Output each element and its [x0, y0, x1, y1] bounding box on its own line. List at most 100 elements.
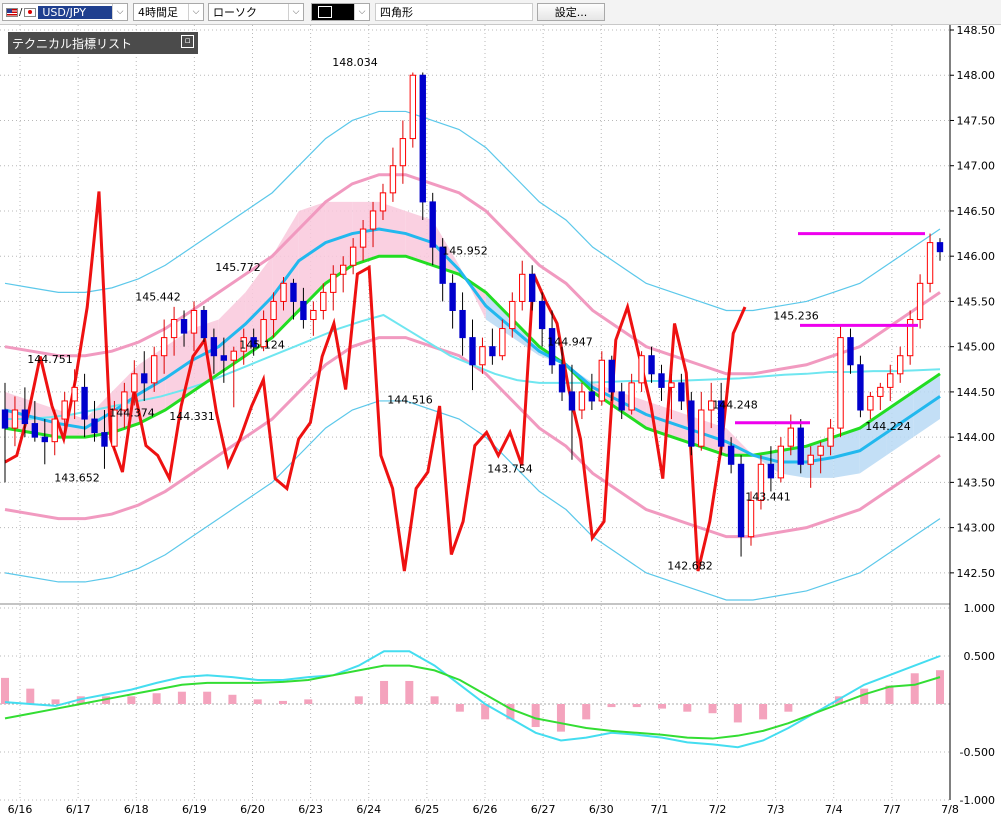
- histogram-bar: [278, 700, 287, 704]
- bullish-candle: [320, 291, 327, 311]
- bullish-candle: [777, 445, 785, 479]
- bearish-candle: [459, 309, 466, 339]
- price-tick-label: 146.00: [957, 250, 996, 263]
- bullish-candle: [817, 445, 824, 456]
- histogram-bar: [658, 704, 667, 709]
- bearish-candle: [81, 386, 88, 420]
- price-tick-label: 146.50: [957, 205, 996, 218]
- price-tick-label: 145.50: [957, 295, 996, 308]
- date-tick-label: 7/2: [709, 803, 727, 816]
- bearish-candle: [608, 359, 615, 393]
- bullish-candle: [877, 386, 884, 397]
- date-tick-label: 6/17: [66, 803, 91, 816]
- price-tick-label: 143.00: [957, 522, 996, 535]
- bullish-candle: [698, 409, 705, 447]
- bullish-candle: [11, 409, 19, 429]
- bearish-candle: [41, 436, 48, 443]
- bearish-candle: [588, 391, 596, 402]
- histogram-bar: [784, 704, 793, 712]
- price-annotation: 144.751: [27, 353, 73, 366]
- bearish-candle: [429, 201, 436, 248]
- bullish-candle: [807, 454, 814, 465]
- bearish-candle: [489, 346, 496, 357]
- restore-icon[interactable]: ▫: [181, 35, 194, 48]
- histogram-bar: [910, 673, 919, 704]
- histogram-bar: [430, 696, 439, 704]
- price-tick-label: 147.50: [957, 114, 996, 127]
- histogram-bar: [455, 704, 464, 712]
- bearish-candle: [538, 300, 546, 330]
- macd-tick-label: 1.000: [964, 602, 996, 615]
- price-annotation: 142.682: [667, 559, 713, 572]
- histogram-bar: [632, 704, 641, 708]
- macd-tick-label: -1.000: [960, 794, 995, 807]
- bearish-candle: [469, 337, 476, 366]
- price-chart[interactable]: 148.034 145.952 145.772 145.442 145.124 144.9…: [0, 0, 1001, 821]
- histogram-bar: [405, 680, 414, 704]
- bearish-candle: [290, 282, 297, 302]
- bullish-candle: [598, 359, 606, 402]
- histogram-bar: [354, 696, 363, 704]
- histogram-bar: [51, 699, 60, 704]
- price-annotation: 143.754: [487, 462, 533, 475]
- histogram-bar: [127, 696, 136, 704]
- bearish-candle: [180, 319, 188, 334]
- bearish-candle: [568, 391, 576, 411]
- price-tick-label: 147.00: [957, 160, 996, 173]
- price-tick-label: 148.50: [957, 24, 996, 37]
- bullish-candle: [499, 328, 506, 357]
- bearish-candle: [220, 355, 228, 361]
- bullish-candle: [330, 273, 337, 293]
- histogram-bar: [936, 670, 944, 704]
- bearish-candle: [936, 242, 944, 253]
- bullish-candle: [51, 418, 58, 443]
- price-annotation: 144.374: [109, 406, 155, 419]
- macd-tick-label: 0.500: [964, 650, 996, 663]
- histogram-bar: [152, 693, 161, 704]
- chart-grid: [0, 25, 1001, 821]
- indicator-list-panel[interactable]: テクニカル指標リスト ▫: [8, 32, 198, 54]
- bearish-candle: [857, 364, 864, 411]
- price-annotation: 143.441: [745, 491, 791, 504]
- date-tick-label: 7/4: [825, 803, 843, 816]
- date-tick-label: 6/25: [415, 803, 440, 816]
- histogram-bar: [531, 704, 540, 728]
- indicator-list-title: テクニカル指標リスト: [12, 36, 133, 51]
- bullish-candle: [519, 273, 526, 302]
- price-annotation: 144.331: [169, 410, 215, 423]
- bullish-candle: [270, 300, 277, 321]
- bearish-candle: [419, 74, 426, 203]
- bearish-candle: [210, 337, 218, 357]
- bullish-candle: [310, 309, 317, 321]
- bullish-candle: [61, 400, 68, 420]
- histogram-bar: [304, 699, 313, 704]
- histogram-bar: [733, 704, 742, 723]
- bullish-candle: [638, 355, 645, 384]
- bullish-candle: [827, 427, 834, 447]
- bullish-candle: [339, 264, 347, 275]
- histogram-bar: [26, 688, 35, 704]
- bearish-candle: [558, 364, 566, 393]
- bearish-candle: [618, 391, 625, 411]
- date-tick-label: 6/30: [589, 803, 614, 816]
- bullish-candle: [151, 355, 158, 384]
- price-annotation: 143.652: [54, 472, 100, 485]
- date-tick-label: 7/7: [883, 803, 901, 816]
- histogram-bar: [759, 704, 768, 720]
- date-tick-label: 7/3: [767, 803, 785, 816]
- bullish-candle: [887, 373, 894, 388]
- price-tick-label: 144.50: [957, 386, 996, 399]
- bearish-candle: [141, 373, 148, 384]
- date-tick-label: 6/26: [473, 803, 498, 816]
- bullish-candle: [359, 228, 367, 248]
- bearish-candle: [658, 373, 665, 388]
- price-annotation: 144.248: [712, 399, 758, 412]
- bullish-candle: [867, 395, 874, 411]
- price-annotation: 145.952: [442, 245, 488, 258]
- bullish-candle: [349, 246, 357, 266]
- price-tick-label: 142.50: [957, 567, 996, 580]
- price-annotation: 144.516: [387, 393, 433, 406]
- bullish-candle: [479, 346, 486, 366]
- histogram-bar: [253, 699, 262, 704]
- bearish-candle: [101, 432, 108, 447]
